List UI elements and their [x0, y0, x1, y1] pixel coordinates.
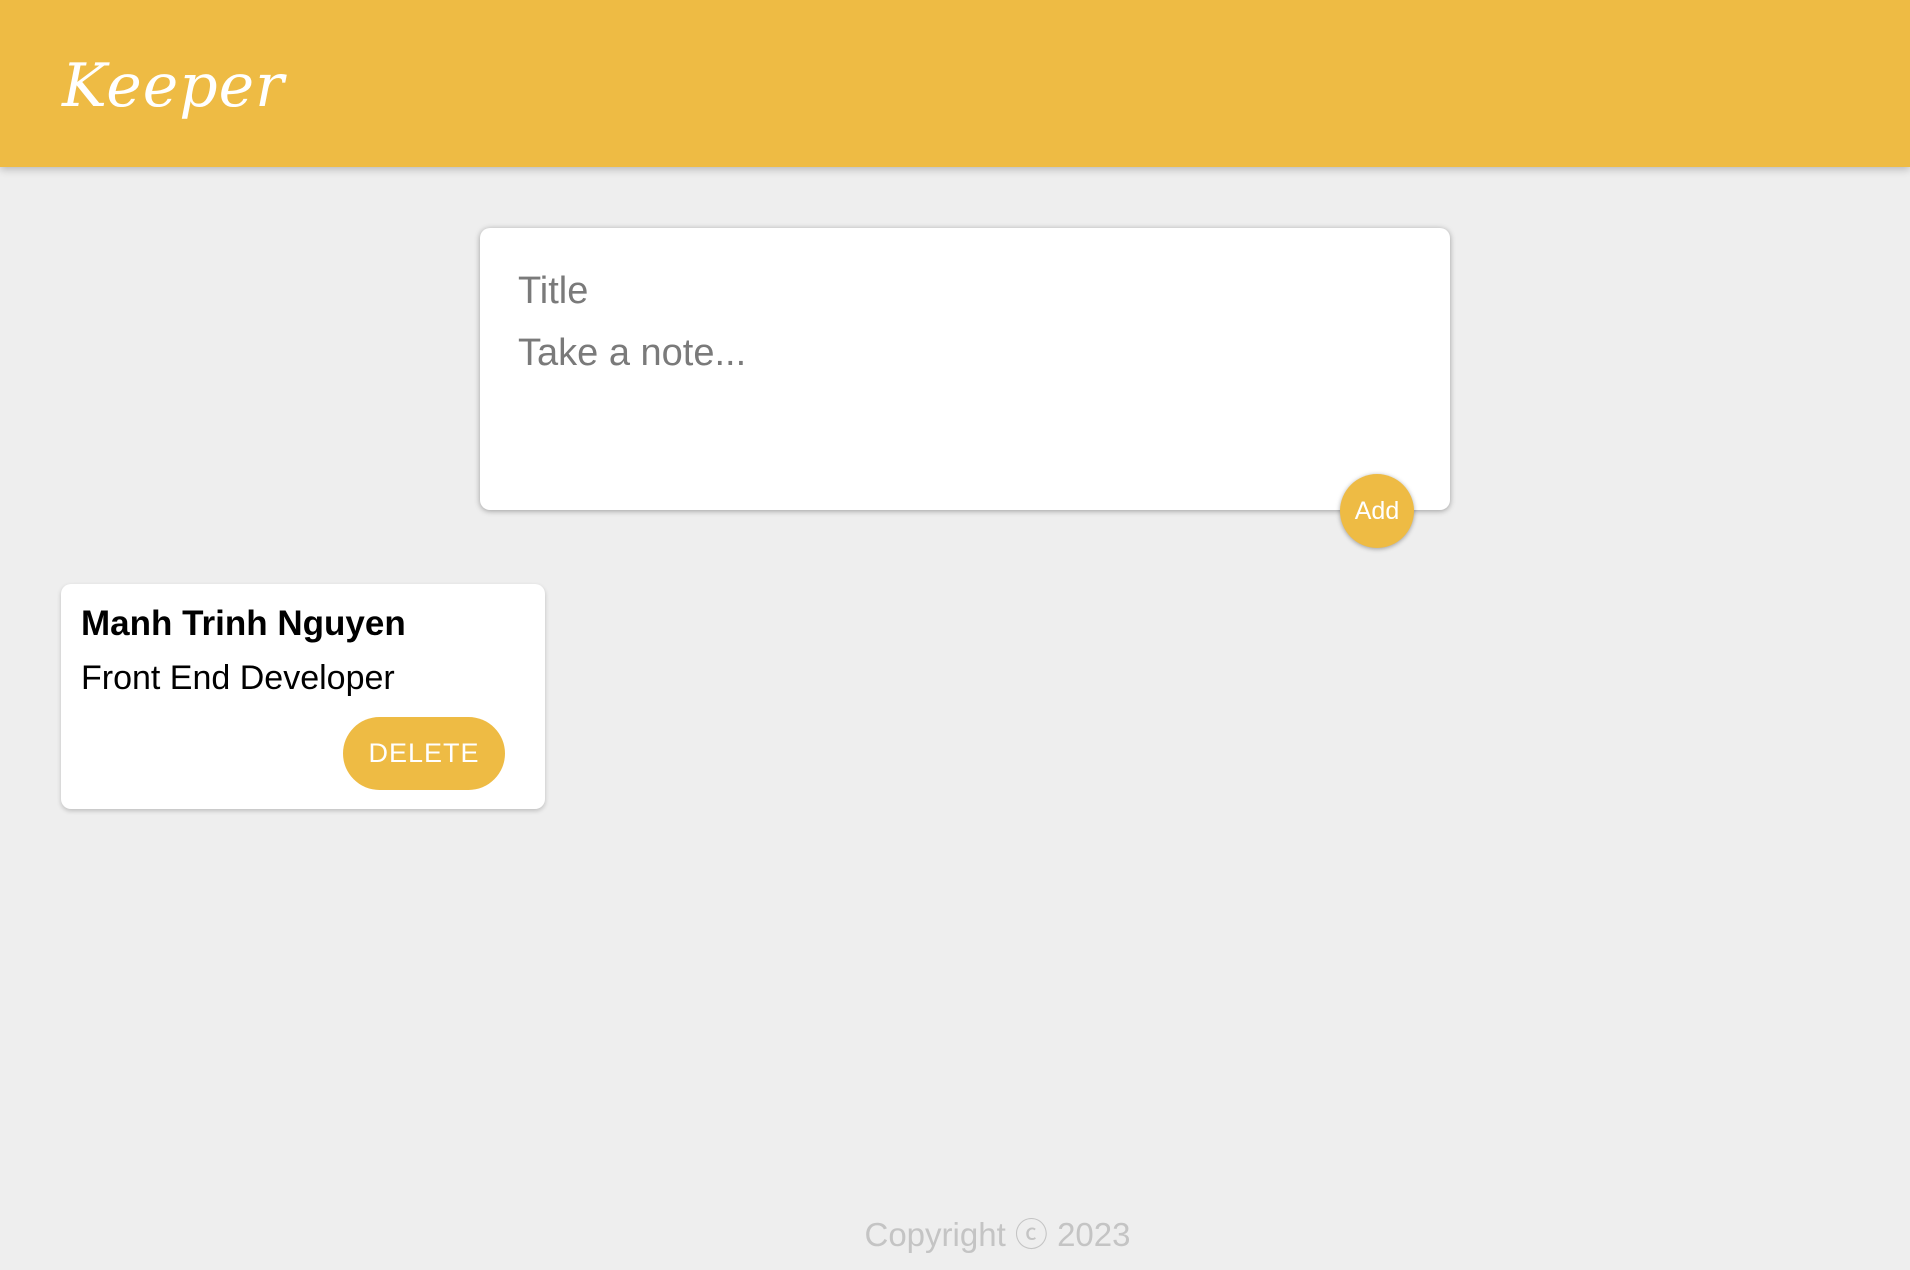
page-footer: Copyright ⓒ 2023: [0, 1208, 1910, 1256]
note-title: Manh Trinh Nguyen: [81, 604, 406, 643]
note-content: Front End Developer: [81, 659, 395, 697]
create-note-form: [480, 228, 1450, 510]
note-card: Manh Trinh Nguyen Front End Developer DE…: [61, 584, 545, 809]
app-header: Keeper: [0, 0, 1910, 167]
note-content-input[interactable]: [518, 328, 1398, 478]
delete-note-button[interactable]: DELETE: [343, 717, 505, 790]
note-title-input[interactable]: [518, 266, 1398, 316]
copyright-text: Copyright ⓒ 2023: [864, 1216, 1131, 1253]
app-logo: Keeper: [62, 51, 285, 121]
add-note-button[interactable]: Add: [1340, 474, 1414, 548]
